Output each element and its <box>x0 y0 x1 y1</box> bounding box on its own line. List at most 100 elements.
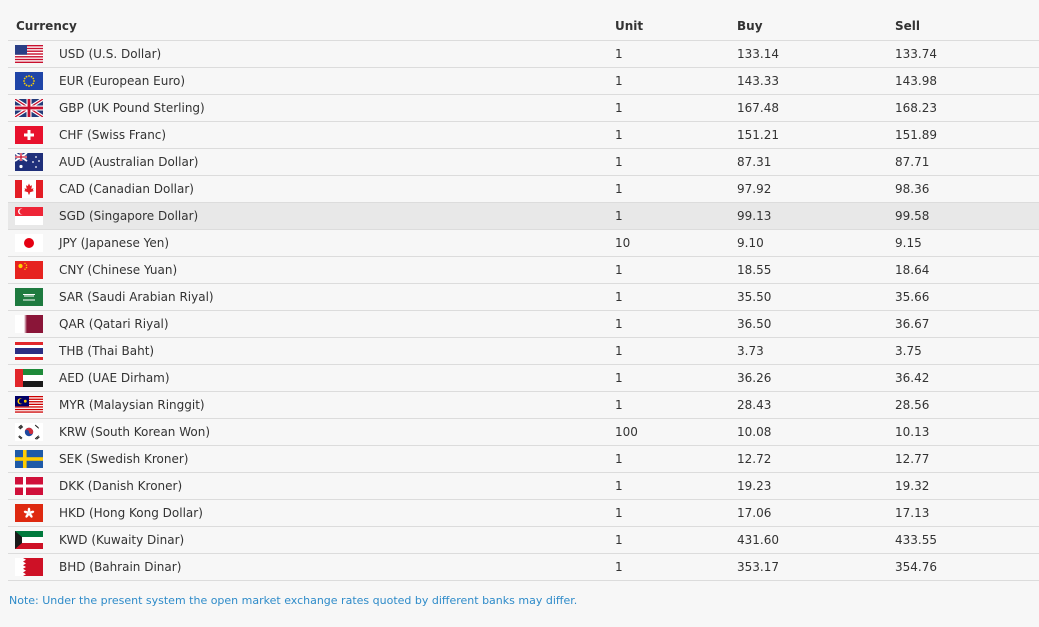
sell-rate-cell: 12.77 <box>895 445 1039 473</box>
exchange-rate-table: Currency Unit Buy Sell USD (U.S. Dollar)… <box>8 12 1039 581</box>
currency-cell: DKK (Danish Kroner) <box>8 472 615 500</box>
table-row: KRW (South Korean Won) 100 10.08 10.13 <box>8 418 1039 446</box>
unit-column-header: Unit <box>615 12 737 41</box>
currency-cell: JPY (Japanese Yen) <box>8 229 615 257</box>
buy-rate-cell: 87.31 <box>737 148 895 176</box>
buy-rate-cell: 353.17 <box>737 553 895 581</box>
currency-cell: SGD (Singapore Dollar) <box>8 202 615 230</box>
sell-rate-cell: 168.23 <box>895 94 1039 122</box>
currency-name: MYR (Malaysian Ringgit) <box>59 398 205 412</box>
buy-rate-cell: 431.60 <box>737 526 895 554</box>
table-row: CNY (Chinese Yuan) 1 18.55 18.64 <box>8 256 1039 284</box>
bahrain-flag-icon <box>15 558 43 576</box>
buy-rate-cell: 167.48 <box>737 94 895 122</box>
thailand-flag-icon <box>15 342 43 360</box>
sell-rate-cell: 18.64 <box>895 256 1039 284</box>
saudi-arabia-flag-icon <box>15 288 43 306</box>
unit-cell: 1 <box>615 337 737 365</box>
disclaimer-note: Note: Under the present system the open … <box>9 594 578 607</box>
currency-cell: HKD (Hong Kong Dollar) <box>8 499 615 527</box>
currency-name: DKK (Danish Kroner) <box>59 479 183 493</box>
south-korea-flag-icon <box>15 423 43 441</box>
canada-flag-icon <box>15 180 43 198</box>
buy-rate-cell: 9.10 <box>737 229 895 257</box>
currency-name: EUR (European Euro) <box>59 74 186 88</box>
unit-cell: 1 <box>615 283 737 311</box>
buy-column-header: Buy <box>737 12 895 41</box>
switzerland-flag-icon <box>15 126 43 144</box>
sell-rate-cell: 433.55 <box>895 526 1039 554</box>
australia-flag-icon <box>15 153 43 171</box>
unit-cell: 1 <box>615 391 737 419</box>
malaysia-flag-icon <box>15 396 43 414</box>
china-flag-icon <box>15 261 43 279</box>
currency-name: GBP (UK Pound Sterling) <box>59 101 205 115</box>
sell-rate-cell: 151.89 <box>895 121 1039 149</box>
currency-name: SGD (Singapore Dollar) <box>59 209 199 223</box>
currency-column-header: Currency <box>8 12 615 41</box>
currency-name: THB (Thai Baht) <box>59 344 155 358</box>
table-row: KWD (Kuwaity Dinar) 1 431.60 433.55 <box>8 526 1039 554</box>
currency-name: KRW (South Korean Won) <box>59 425 211 439</box>
table-row: GBP (UK Pound Sterling) 1 167.48 168.23 <box>8 94 1039 122</box>
currency-name: AUD (Australian Dollar) <box>59 155 199 169</box>
table-row: AED (UAE Dirham) 1 36.26 36.42 <box>8 364 1039 392</box>
buy-rate-cell: 133.14 <box>737 40 895 68</box>
buy-rate-cell: 99.13 <box>737 202 895 230</box>
hong-kong-flag-icon <box>15 504 43 522</box>
unit-cell: 1 <box>615 472 737 500</box>
sell-rate-cell: 36.42 <box>895 364 1039 392</box>
buy-rate-cell: 28.43 <box>737 391 895 419</box>
currency-name: CAD (Canadian Dollar) <box>59 182 194 196</box>
table-row: HKD (Hong Kong Dollar) 1 17.06 17.13 <box>8 499 1039 527</box>
denmark-flag-icon <box>15 477 43 495</box>
sweden-flag-icon <box>15 450 43 468</box>
buy-rate-cell: 19.23 <box>737 472 895 500</box>
table-header-row: Currency Unit Buy Sell <box>8 12 1039 41</box>
singapore-flag-icon <box>15 207 43 225</box>
currency-cell: CHF (Swiss Franc) <box>8 121 615 149</box>
table-row: USD (U.S. Dollar) 1 133.14 133.74 <box>8 40 1039 68</box>
currency-cell: KRW (South Korean Won) <box>8 418 615 446</box>
exchange-rate-page: Currency Unit Buy Sell USD (U.S. Dollar)… <box>0 0 1039 627</box>
currency-cell: QAR (Qatari Riyal) <box>8 310 615 338</box>
currency-name: BHD (Bahrain Dinar) <box>59 560 182 574</box>
currency-cell: SAR (Saudi Arabian Riyal) <box>8 283 615 311</box>
currency-cell: KWD (Kuwaity Dinar) <box>8 526 615 554</box>
buy-rate-cell: 18.55 <box>737 256 895 284</box>
sell-rate-cell: 28.56 <box>895 391 1039 419</box>
japan-flag-icon <box>15 234 43 252</box>
currency-cell: CNY (Chinese Yuan) <box>8 256 615 284</box>
unit-cell: 1 <box>615 553 737 581</box>
table-row: CHF (Swiss Franc) 1 151.21 151.89 <box>8 121 1039 149</box>
buy-rate-cell: 143.33 <box>737 67 895 95</box>
sell-rate-cell: 9.15 <box>895 229 1039 257</box>
table-row: CAD (Canadian Dollar) 1 97.92 98.36 <box>8 175 1039 203</box>
unit-cell: 1 <box>615 499 737 527</box>
eu-flag-icon <box>15 72 43 90</box>
buy-rate-cell: 36.26 <box>737 364 895 392</box>
unit-cell: 1 <box>615 310 737 338</box>
currency-name: SEK (Swedish Kroner) <box>59 452 189 466</box>
currency-name: QAR (Qatari Riyal) <box>59 317 169 331</box>
table-row: MYR (Malaysian Ringgit) 1 28.43 28.56 <box>8 391 1039 419</box>
currency-cell: THB (Thai Baht) <box>8 337 615 365</box>
currency-cell: GBP (UK Pound Sterling) <box>8 94 615 122</box>
unit-cell: 1 <box>615 445 737 473</box>
buy-rate-cell: 17.06 <box>737 499 895 527</box>
buy-rate-cell: 12.72 <box>737 445 895 473</box>
currency-cell: AUD (Australian Dollar) <box>8 148 615 176</box>
currency-cell: USD (U.S. Dollar) <box>8 40 615 68</box>
qatar-flag-icon <box>15 315 43 333</box>
sell-rate-cell: 99.58 <box>895 202 1039 230</box>
buy-rate-cell: 36.50 <box>737 310 895 338</box>
sell-rate-cell: 17.13 <box>895 499 1039 527</box>
currency-name: USD (U.S. Dollar) <box>59 47 162 61</box>
unit-cell: 1 <box>615 526 737 554</box>
currency-name: HKD (Hong Kong Dollar) <box>59 506 203 520</box>
unit-cell: 1 <box>615 121 737 149</box>
table-row: JPY (Japanese Yen) 10 9.10 9.15 <box>8 229 1039 257</box>
currency-cell: AED (UAE Dirham) <box>8 364 615 392</box>
sell-column-header: Sell <box>895 12 1039 41</box>
currency-name: SAR (Saudi Arabian Riyal) <box>59 290 214 304</box>
